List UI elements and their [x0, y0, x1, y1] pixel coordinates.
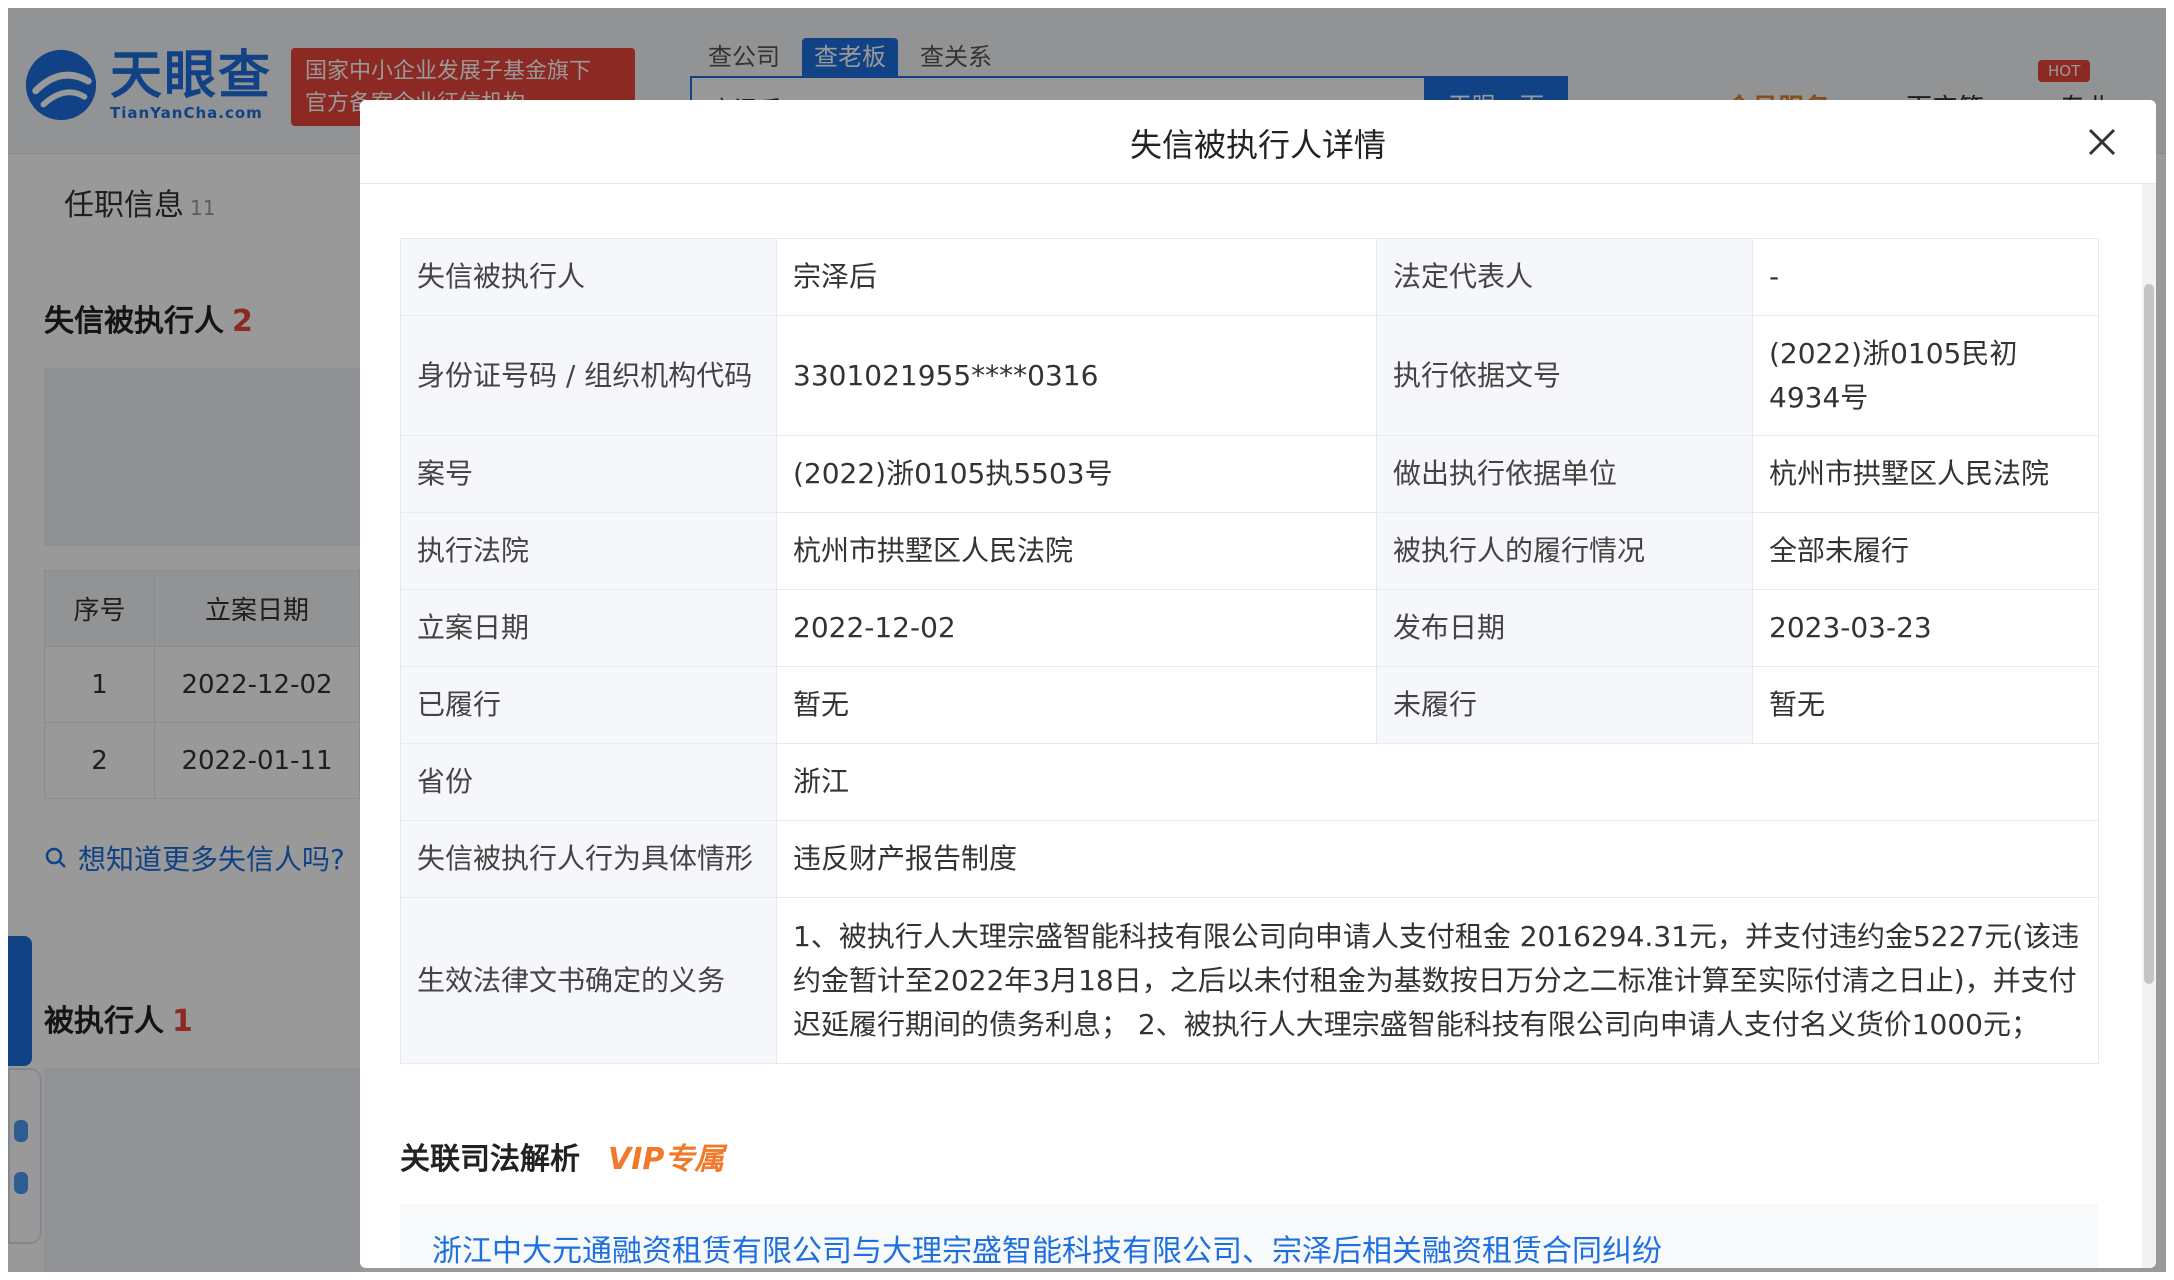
value-case-no: (2022)浙0105执5503号: [776, 435, 1377, 513]
label-id-number: 身份证号码 / 组织机构代码: [400, 315, 777, 436]
label-performance: 被执行人的履行情况: [1376, 512, 1753, 590]
modal-body: 失信被执行人 宗泽后 法定代表人 - 身份证号码 / 组织机构代码 330102…: [360, 184, 2156, 1268]
assoc-case-link[interactable]: 浙江中大元通融资租赁有限公司与大理宗盛智能科技有限公司、宗泽后相关融资租赁合同纠…: [432, 1226, 1732, 1268]
value-basis-doc-no: (2022)浙0105民初4934号: [1752, 315, 2099, 436]
detail-row: 案号 (2022)浙0105执5503号 做出执行依据单位 杭州市拱墅区人民法院: [400, 435, 2099, 513]
value-legal-rep: -: [1752, 238, 2099, 316]
value-performed: 暂无: [776, 666, 1377, 744]
value-publish-date: 2023-03-23: [1752, 589, 2099, 667]
detail-table: 失信被执行人 宗泽后 法定代表人 - 身份证号码 / 组织机构代码 330102…: [400, 238, 2099, 1064]
label-exec-court: 执行法院: [400, 512, 777, 590]
scrollbar-thumb[interactable]: [2144, 284, 2154, 984]
detail-row: 失信被执行人行为具体情形 违反财产报告制度: [400, 820, 2099, 898]
value-performance: 全部未履行: [1752, 512, 2099, 590]
detail-row: 已履行 暂无 未履行 暂无: [400, 666, 2099, 744]
label-performed: 已履行: [400, 666, 777, 744]
value-province: 浙江: [776, 743, 2099, 821]
label-publish-date: 发布日期: [1376, 589, 1753, 667]
value-behavior: 违反财产报告制度: [776, 820, 2099, 898]
label-province: 省份: [400, 743, 777, 821]
value-unperformed: 暂无: [1752, 666, 2099, 744]
assoc-judicial-title: 关联司法解析: [400, 1142, 580, 1177]
modal-title: 失信被执行人详情: [1129, 126, 1386, 164]
detail-row: 执行法院 杭州市拱墅区人民法院 被执行人的履行情况 全部未履行: [400, 512, 2099, 590]
label-basis-doc-no: 执行依据文号: [1376, 315, 1753, 436]
label-unperformed: 未履行: [1376, 666, 1753, 744]
label-case-no: 案号: [400, 435, 777, 513]
value-dishonest-person: 宗泽后: [776, 238, 1377, 316]
dishonest-detail-modal: 失信被执行人详情 失信被执行人 宗泽后 法定代表人 - 身份证号码 / 组织机构…: [360, 100, 2156, 1268]
label-basis-unit: 做出执行依据单位: [1376, 435, 1753, 513]
value-duty: 1、被执行人大理宗盛智能科技有限公司向申请人支付租金 2016294.31元，并…: [776, 897, 2099, 1064]
label-dishonest-person: 失信被执行人: [400, 238, 777, 316]
value-basis-unit: 杭州市拱墅区人民法院: [1752, 435, 2099, 513]
value-id-number: 3301021955****0316: [776, 315, 1377, 436]
vip-tag: VIP专属: [608, 1142, 725, 1177]
detail-row: 生效法律文书确定的义务 1、被执行人大理宗盛智能科技有限公司向申请人支付租金 2…: [400, 897, 2099, 1064]
modal-header: 失信被执行人详情: [360, 100, 2156, 184]
close-icon[interactable]: [2080, 120, 2124, 164]
detail-row: 失信被执行人 宗泽后 法定代表人 -: [400, 238, 2099, 316]
detail-row: 省份 浙江: [400, 743, 2099, 821]
label-duty: 生效法律文书确定的义务: [400, 897, 777, 1064]
label-behavior: 失信被执行人行为具体情形: [400, 820, 777, 898]
detail-row: 身份证号码 / 组织机构代码 3301021955****0316 执行依据文号…: [400, 315, 2099, 436]
label-filing-date: 立案日期: [400, 589, 777, 667]
modal-scrollbar[interactable]: [2142, 184, 2156, 1268]
detail-row: 立案日期 2022-12-02 发布日期 2023-03-23: [400, 589, 2099, 667]
value-filing-date: 2022-12-02: [776, 589, 1377, 667]
label-legal-rep: 法定代表人: [1376, 238, 1753, 316]
value-exec-court: 杭州市拱墅区人民法院: [776, 512, 1377, 590]
